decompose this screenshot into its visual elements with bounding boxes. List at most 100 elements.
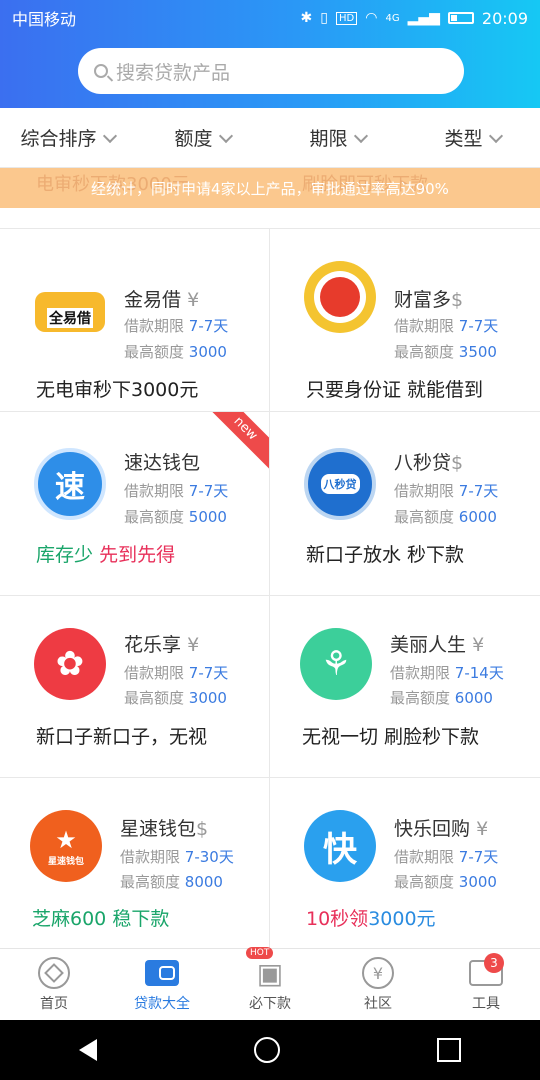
term-label: 借款期限 xyxy=(394,482,455,500)
chevron-down-icon xyxy=(488,128,503,143)
search-input[interactable]: 搜索贷款产品 xyxy=(78,48,464,94)
filter-bar: 综合排序 额度 期限 类型 xyxy=(0,108,540,168)
tab-loans[interactable]: 贷款大全 xyxy=(108,949,216,1021)
term-value: 7-30天 xyxy=(184,848,234,866)
product-logo-text: 星速钱包 xyxy=(47,856,84,867)
term-value: 7-7天 xyxy=(458,482,499,500)
product-slogan-b: 3000元 xyxy=(368,908,436,930)
filter-sort-label: 综合排序 xyxy=(20,128,97,150)
header: 中国移动 ✱ ▯ HD ◠ 4G ▂▄▆ 20:09 搜索贷款产品 xyxy=(0,0,540,108)
filter-amount[interactable]: 额度 xyxy=(135,124,270,151)
product-name: 八秒贷 xyxy=(394,452,452,474)
hot-badge: HOT xyxy=(246,947,274,959)
product-card[interactable]: ⚘ 美丽人生 ¥ 借款期限 7-14天 最高额度 6000 无视一切 刷脸秒下款 xyxy=(270,596,540,778)
tip-banner: 电审秒下款3000元 刷脸即可秒下款 经统计，同时申请4家以上产品，审批通过率高… xyxy=(0,168,540,208)
product-slogan-a: 库存少 xyxy=(36,544,94,566)
term-label: 借款期限 xyxy=(394,848,455,866)
gift-icon: ▣ xyxy=(256,956,284,990)
amount-value: 3500 xyxy=(458,343,497,361)
product-name: 星速钱包 xyxy=(120,818,197,840)
recents-icon[interactable] xyxy=(437,1038,462,1062)
notification-badge: 3 xyxy=(484,953,504,973)
product-card[interactable]: 财富多$ 借款期限 7-7天 最高额度 3500 只要身份证 就能借到 xyxy=(270,229,540,412)
filter-term-label: 期限 xyxy=(309,128,348,150)
product-name: 快乐回购 xyxy=(394,818,471,840)
product-logo: 八秒贷 xyxy=(304,448,376,520)
tab-home-label: 首页 xyxy=(40,996,68,1012)
amount-label: 最高额度 xyxy=(124,343,185,361)
amount-label: 最高额度 xyxy=(120,873,181,891)
product-name: 美丽人生 xyxy=(390,634,467,656)
product-card[interactable]: 快 快乐回购 ¥ 借款期限 7-7天 最高额度 3000 10秒领3000元 xyxy=(270,778,540,948)
product-currency: $ xyxy=(196,818,209,840)
product-logo xyxy=(304,261,376,333)
home-icon xyxy=(38,957,70,989)
product-name: 速达钱包 xyxy=(124,452,201,474)
chevron-down-icon xyxy=(218,128,233,143)
vibrate-icon: ▯ xyxy=(320,10,328,26)
product-logo-text: 快 xyxy=(323,829,357,870)
tab-tools[interactable]: 3 工具 xyxy=(432,949,540,1021)
amount-label: 最高额度 xyxy=(394,508,455,526)
product-slogan-a: 10秒领 xyxy=(306,908,369,930)
tip-text: 经统计，同时申请4家以上产品，审批通过率高达90% xyxy=(91,180,449,198)
product-logo: 快 xyxy=(304,810,376,882)
signal-icon: ▂▄▆ xyxy=(407,10,440,26)
wifi-icon: ◠ xyxy=(365,10,378,26)
product-logo: ✿ xyxy=(34,628,106,700)
product-slogan-b: 稳下款 xyxy=(112,908,170,930)
product-card[interactable]: 全易借 金易借 ¥ 借款期限 7-7天 最高额度 3000 无电审秒下3000元 xyxy=(0,229,270,412)
product-logo-text: 全易借 xyxy=(47,308,93,328)
product-card[interactable]: 八秒贷 八秒贷$ 借款期限 7-7天 最高额度 6000 新口子放水 秒下款 xyxy=(270,412,540,596)
term-label: 借款期限 xyxy=(124,317,185,335)
tab-community[interactable]: ¥ 社区 xyxy=(324,949,432,1021)
product-name: 花乐享 xyxy=(124,634,182,656)
product-logo: ⚘ xyxy=(300,628,372,700)
home-nav-icon[interactable] xyxy=(253,1037,280,1063)
chevron-down-icon xyxy=(102,128,117,143)
amount-value: 6000 xyxy=(458,508,497,526)
amount-value: 8000 xyxy=(184,873,223,891)
carrier: 中国移动 xyxy=(12,10,77,29)
product-slogan-b: 先到先得 xyxy=(99,544,176,566)
filter-sort[interactable]: 综合排序 xyxy=(0,124,135,151)
product-logo: ★ 星速钱包 xyxy=(30,810,102,882)
term-value: 7-7天 xyxy=(458,317,499,335)
network-type: 4G xyxy=(385,12,400,24)
new-badge: new xyxy=(203,412,269,471)
product-slogan-a: 芝麻600 xyxy=(32,908,107,930)
yen-icon: ¥ xyxy=(362,957,394,989)
product-currency: ¥ xyxy=(187,289,200,311)
bottom-tab-bar: 首页 贷款大全 ▣ HOT 必下款 ¥ 社区 3 工具 xyxy=(0,947,540,1021)
search-icon xyxy=(94,64,108,78)
tab-must-loan-label: 必下款 xyxy=(249,996,291,1012)
filter-type[interactable]: 类型 xyxy=(405,124,540,151)
term-value: 7-7天 xyxy=(188,482,229,500)
battery-icon xyxy=(447,12,474,24)
tab-community-label: 社区 xyxy=(364,996,392,1012)
product-name: 金易借 xyxy=(124,289,182,311)
product-slogan: 新口子放水 秒下款 xyxy=(306,544,465,566)
tab-must-loan[interactable]: ▣ HOT 必下款 xyxy=(216,947,324,1021)
product-logo: 全易借 xyxy=(34,269,106,341)
term-value: 7-14天 xyxy=(454,664,504,682)
grid-top-spacer xyxy=(0,208,540,229)
tab-tools-label: 工具 xyxy=(472,996,500,1012)
amount-value: 5000 xyxy=(188,508,227,526)
product-card[interactable]: 速 速达钱包 借款期限 7-7天 最高额度 5000 库存少 先到先得 new xyxy=(0,412,270,596)
amount-label: 最高额度 xyxy=(394,343,455,361)
product-currency: ¥ xyxy=(476,818,489,840)
product-card[interactable]: ★ 星速钱包 星速钱包$ 借款期限 7-30天 最高额度 8000 芝麻600 … xyxy=(0,778,270,948)
term-value: 7-7天 xyxy=(188,317,229,335)
tab-home[interactable]: 首页 xyxy=(0,949,108,1021)
wallet-icon xyxy=(320,277,360,317)
product-name: 财富多 xyxy=(394,289,452,311)
filter-term[interactable]: 期限 xyxy=(270,124,405,151)
amount-value: 3000 xyxy=(458,873,497,891)
product-slogan: 无视一切 刷脸秒下款 xyxy=(302,726,480,748)
back-icon[interactable] xyxy=(78,1039,97,1061)
product-slogan: 新口子新口子，无视 xyxy=(36,726,208,748)
filter-type-label: 类型 xyxy=(444,128,483,150)
product-card[interactable]: ✿ 花乐享 ¥ 借款期限 7-7天 最高额度 3000 新口子新口子，无视 xyxy=(0,596,270,778)
star-icon: ★ xyxy=(55,825,77,854)
